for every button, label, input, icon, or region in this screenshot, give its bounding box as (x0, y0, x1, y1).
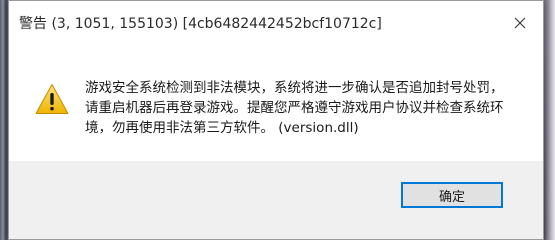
dialog-footer: 确定 (9, 161, 543, 239)
warning-icon (35, 84, 69, 114)
dialog-content: 游戏安全系统检测到非法模块，系统将进一步确认是否追加封号处罚，请重启机器后再登录… (9, 45, 543, 165)
close-button[interactable] (497, 1, 543, 45)
dialog-title: 警告 (3, 1051, 155103) [4cb6482442452bcf10… (19, 16, 382, 32)
dialog-message: 游戏安全系统检测到非法模块，系统将进一步确认是否追加封号处罚，请重启机器后再登录… (85, 80, 504, 136)
dialog-titlebar[interactable]: 警告 (3, 1051, 155103) [4cb6482442452bcf10… (9, 1, 543, 45)
ok-button[interactable]: 确定 (401, 182, 503, 208)
warning-dialog: 警告 (3, 1051, 155103) [4cb6482442452bcf10… (8, 0, 544, 240)
close-icon (514, 17, 526, 29)
